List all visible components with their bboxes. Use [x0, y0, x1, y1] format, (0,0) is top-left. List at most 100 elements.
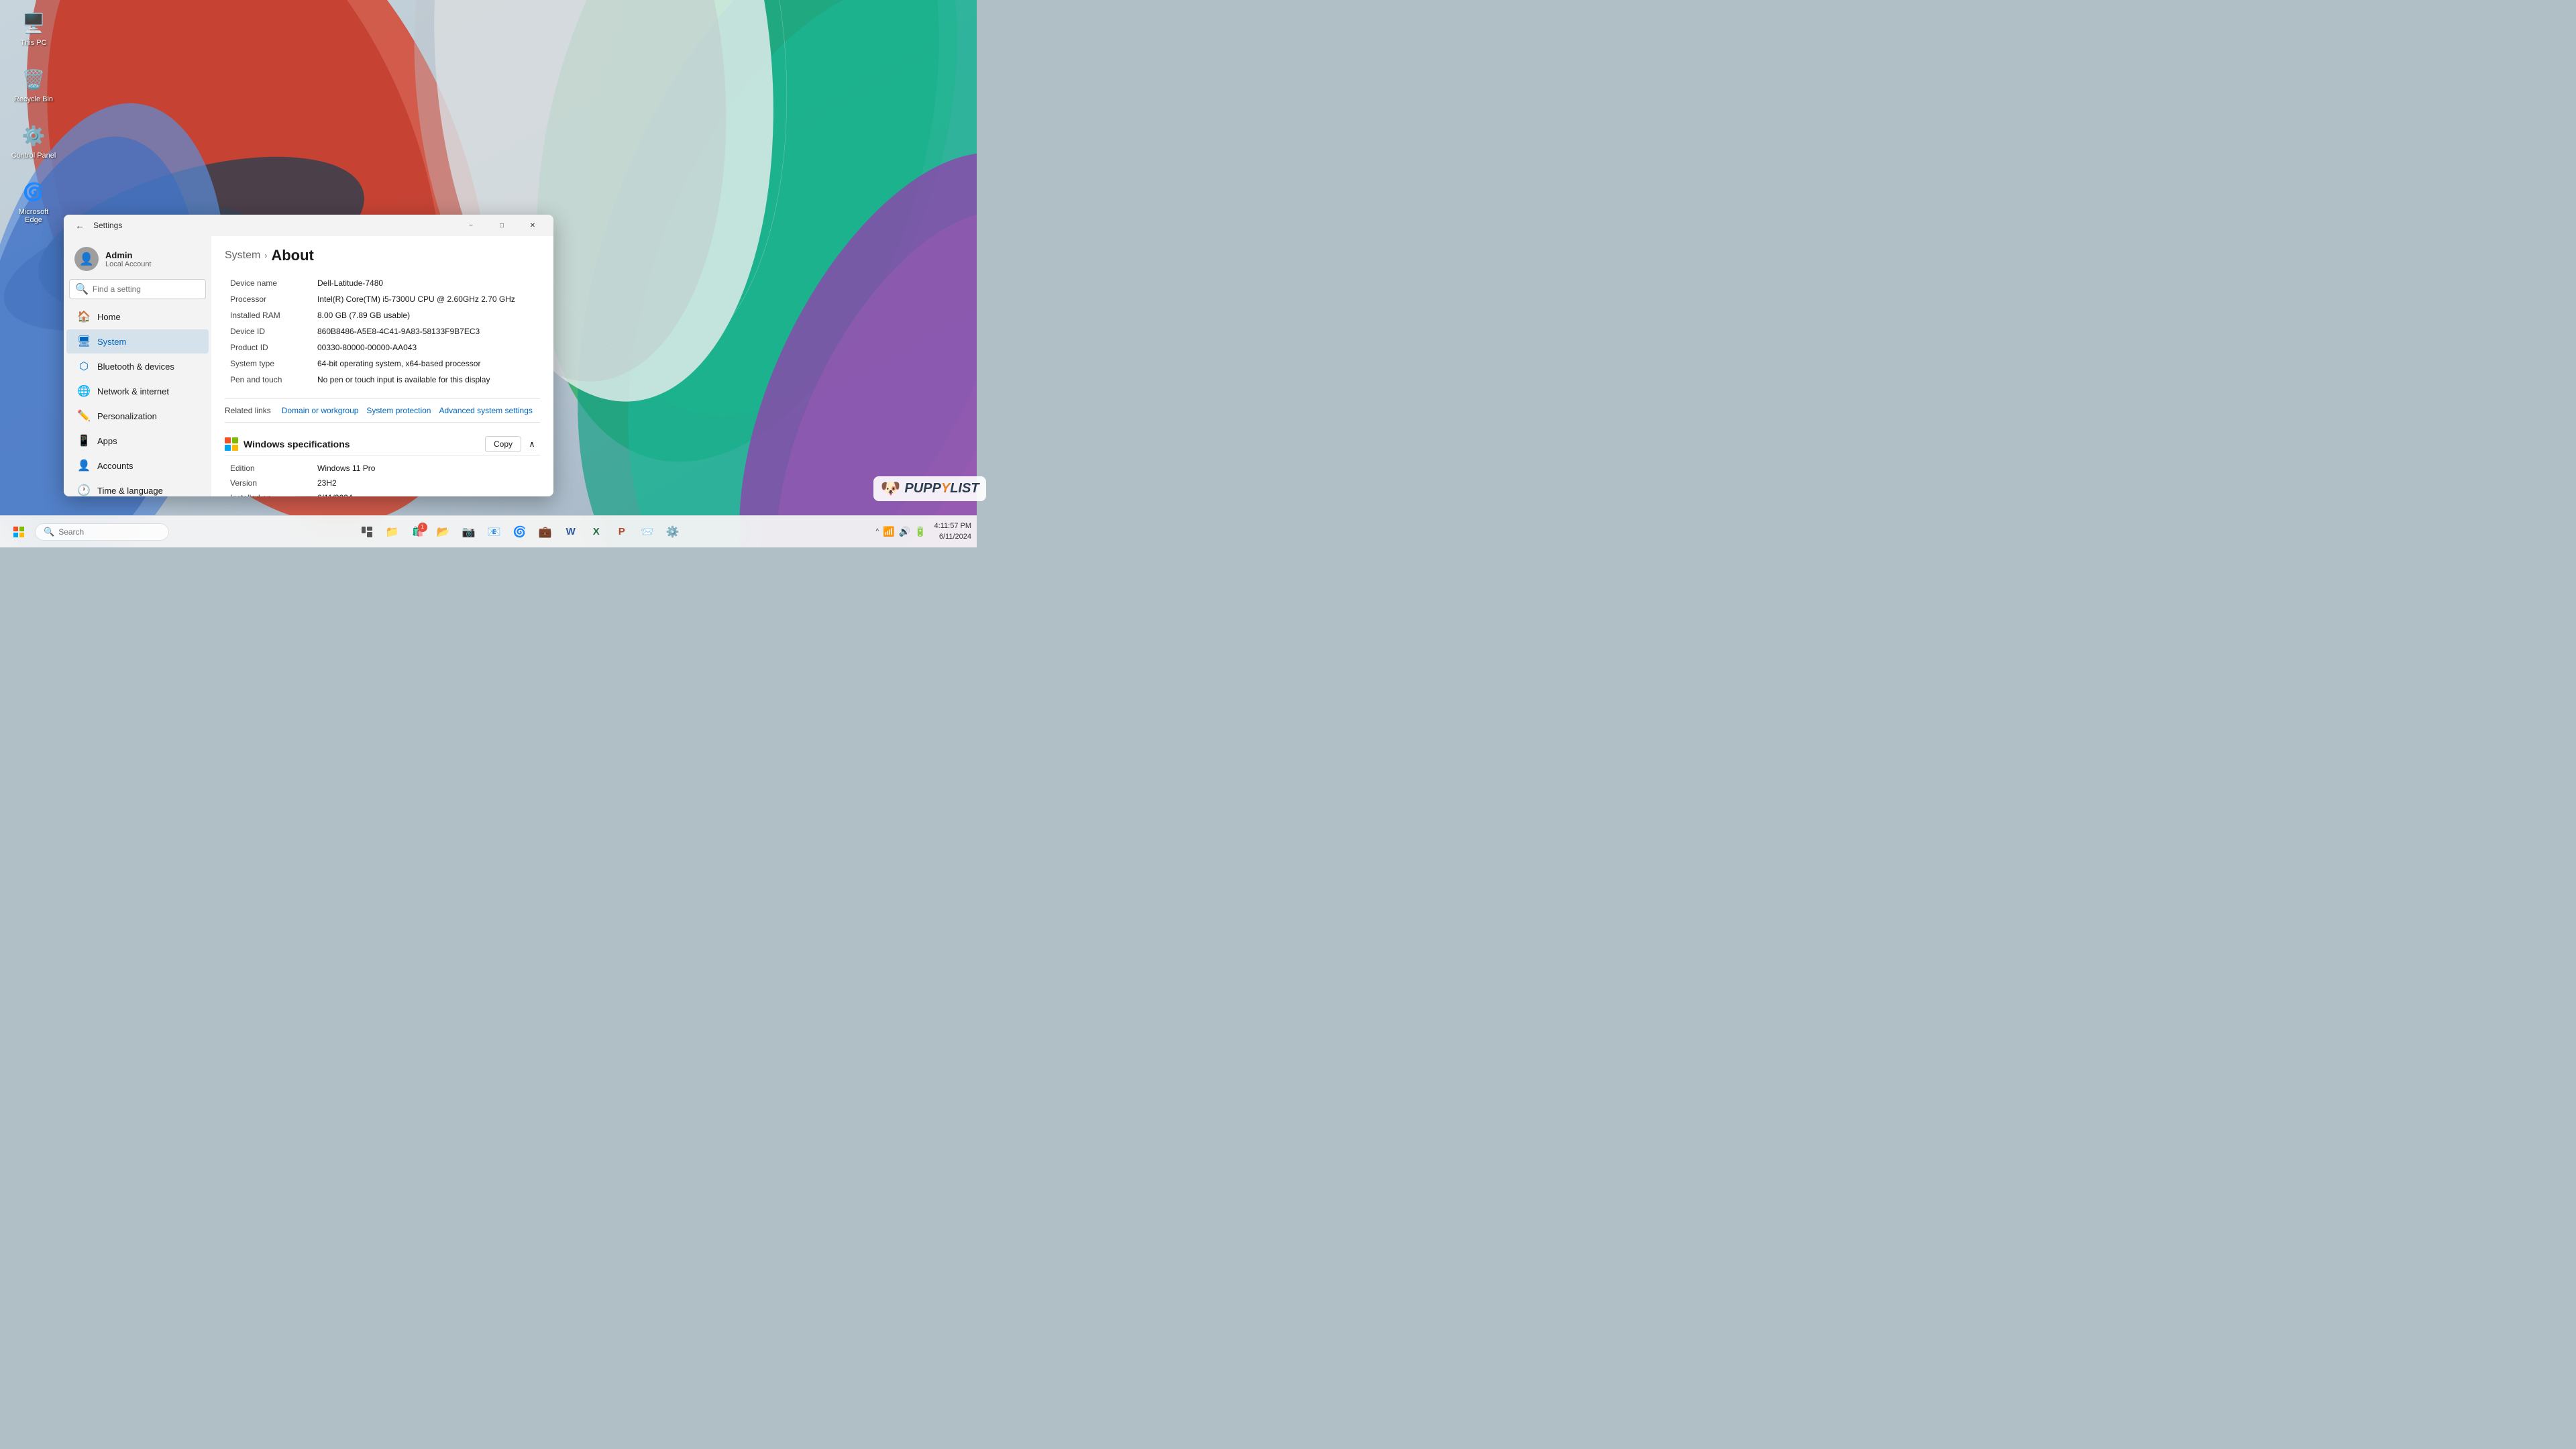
sidebar-item-accounts[interactable]: 👤 Accounts [66, 453, 209, 478]
version-row: Version 23H2 [225, 476, 540, 490]
minimize-button[interactable]: − [455, 215, 486, 236]
briefcase-icon: 💼 [539, 525, 552, 539]
system-type-row: System type 64-bit operating system, x64… [225, 356, 540, 372]
wifi-icon[interactable]: 📶 [883, 526, 894, 537]
device-info-table: Device name Dell-Latitude-7480 Processor… [225, 275, 540, 388]
protection-link[interactable]: System protection [364, 405, 433, 417]
product-id-value: 00330-80000-00000-AA043 [312, 339, 540, 356]
sidebar-item-time[interactable]: 🕐 Time & language [66, 478, 209, 496]
breadcrumb-parent[interactable]: System [225, 250, 260, 262]
edition-row: Edition Windows 11 Pro [225, 461, 540, 476]
edition-value: Windows 11 Pro [312, 461, 540, 476]
maximize-button[interactable]: □ [486, 215, 517, 236]
settings-search[interactable]: 🔍 [69, 279, 206, 299]
microsoft-edge-icon: 🌀 [20, 178, 47, 205]
sidebar-item-network[interactable]: 🌐 Network & internet [66, 379, 209, 403]
this-pc-label: This PC [20, 39, 46, 47]
camera-icon: 📷 [462, 525, 476, 539]
copy-button[interactable]: Copy [485, 436, 521, 452]
file-explorer-button[interactable]: 📁 [380, 520, 405, 544]
user-section: 👤 Admin Local Account [64, 241, 211, 279]
store-badge: 1 [418, 523, 427, 532]
domain-link[interactable]: Domain or workgroup [279, 405, 362, 417]
win-logo-red [225, 437, 231, 443]
device-name-label: Device name [225, 275, 312, 291]
user-name: Admin [105, 250, 152, 260]
user-type: Local Account [105, 260, 152, 268]
user-avatar: 👤 [74, 247, 99, 271]
device-id-value: 860B8486-A5E8-4C41-9A83-58133F9B7EC3 [312, 323, 540, 339]
taskbar-center: 📁 🛍️ 1 📂 📷 📧 🌀 💼 W X P [169, 520, 871, 544]
sidebar-item-personalization-label: Personalization [97, 411, 157, 421]
desktop-icon-control-panel[interactable]: ⚙️ Control Panel [7, 119, 60, 162]
briefcase-button[interactable]: 💼 [533, 520, 557, 544]
powerpoint-icon: P [619, 526, 625, 537]
desktop-icon-microsoft-edge[interactable]: 🌀 Microsoft Edge [7, 176, 60, 227]
powerpoint-button[interactable]: P [610, 520, 634, 544]
titlebar-left: ← Settings [72, 217, 122, 233]
control-panel-icon: ⚙️ [20, 122, 47, 149]
sidebar-item-apps-label: Apps [97, 436, 117, 446]
desktop-icon-recycle-bin[interactable]: 🗑️ Recycle Bin [7, 63, 60, 106]
back-button[interactable]: ← [72, 217, 88, 233]
advanced-link[interactable]: Advanced system settings [436, 405, 535, 417]
settings-search-input[interactable] [93, 284, 200, 294]
bluetooth-icon: ⬡ [77, 360, 91, 373]
window-controls: − □ ✕ [455, 215, 548, 236]
battery-icon[interactable]: 🔋 [914, 526, 926, 537]
file-explorer2-button[interactable]: 📂 [431, 520, 455, 544]
collapse-button[interactable]: ∧ [524, 436, 540, 452]
sidebar-item-home-label: Home [97, 312, 121, 322]
start-button[interactable] [5, 519, 32, 545]
outlook-button[interactable]: 📨 [635, 520, 659, 544]
sidebar-item-personalization[interactable]: ✏️ Personalization [66, 404, 209, 428]
win-logo-blue [225, 445, 231, 451]
edge-button[interactable]: 🌀 [508, 520, 532, 544]
volume-icon[interactable]: 🔊 [899, 526, 910, 537]
sidebar-item-home[interactable]: 🏠 Home [66, 305, 209, 329]
taskbar-search[interactable]: 🔍 [35, 523, 169, 541]
sidebar-item-system[interactable]: 🖥 System [66, 329, 209, 354]
task-view-button[interactable] [355, 520, 379, 544]
taskbar-left: 🔍 [0, 519, 169, 545]
outlook-icon: 📨 [641, 525, 654, 539]
file-explorer-icon: 📁 [386, 525, 399, 539]
clock[interactable]: 4:11:57 PM 6/11/2024 [934, 521, 971, 542]
sidebar-item-apps[interactable]: 📱 Apps [66, 429, 209, 453]
clock-date: 6/11/2024 [934, 532, 971, 542]
store-button[interactable]: 🛍️ 1 [406, 520, 430, 544]
device-id-row: Device ID 860B8486-A5E8-4C41-9A83-58133F… [225, 323, 540, 339]
tray-chevron[interactable]: ^ [876, 528, 879, 535]
close-button[interactable]: ✕ [517, 215, 548, 236]
mail-button[interactable]: 📧 [482, 520, 506, 544]
network-icon: 🌐 [77, 384, 91, 398]
sidebar-item-system-label: System [97, 337, 126, 347]
device-name-value: Dell-Latitude-7480 [312, 275, 540, 291]
sidebar-item-bluetooth[interactable]: ⬡ Bluetooth & devices [66, 354, 209, 378]
win-logo-yellow [232, 445, 238, 451]
window-title: Settings [93, 221, 122, 230]
window-titlebar: ← Settings − □ ✕ [64, 215, 553, 236]
this-pc-icon: 🖥️ [20, 9, 47, 36]
settings-taskbar-button[interactable]: ⚙️ [661, 520, 685, 544]
excel-button[interactable]: X [584, 520, 608, 544]
camera-button[interactable]: 📷 [457, 520, 481, 544]
user-info: Admin Local Account [105, 250, 152, 268]
desktop-icon-this-pc[interactable]: 🖥️ This PC [7, 7, 60, 50]
sidebar-item-bluetooth-label: Bluetooth & devices [97, 362, 174, 372]
sidebar: 👤 Admin Local Account 🔍 🏠 Home 🖥 System [64, 236, 211, 496]
sidebar-item-accounts-label: Accounts [97, 461, 133, 471]
settings-window: ← Settings − □ ✕ 👤 Admin Local Account 🔍 [64, 215, 553, 496]
product-id-label: Product ID [225, 339, 312, 356]
taskbar-search-icon: 🔍 [44, 527, 54, 537]
watermark: 🐶 PUPPYLIST [890, 462, 970, 515]
time-icon: 🕐 [77, 484, 91, 496]
taskbar-search-input[interactable] [58, 527, 146, 537]
edition-label: Edition [225, 461, 312, 476]
system-type-value: 64-bit operating system, x64-based proce… [312, 356, 540, 372]
version-value: 23H2 [312, 476, 540, 490]
word-button[interactable]: W [559, 520, 583, 544]
main-content: System › About Device name Dell-Latitude… [211, 236, 553, 496]
recycle-bin-icon: 🗑️ [20, 66, 47, 93]
pen-touch-value: No pen or touch input is available for t… [312, 372, 540, 388]
